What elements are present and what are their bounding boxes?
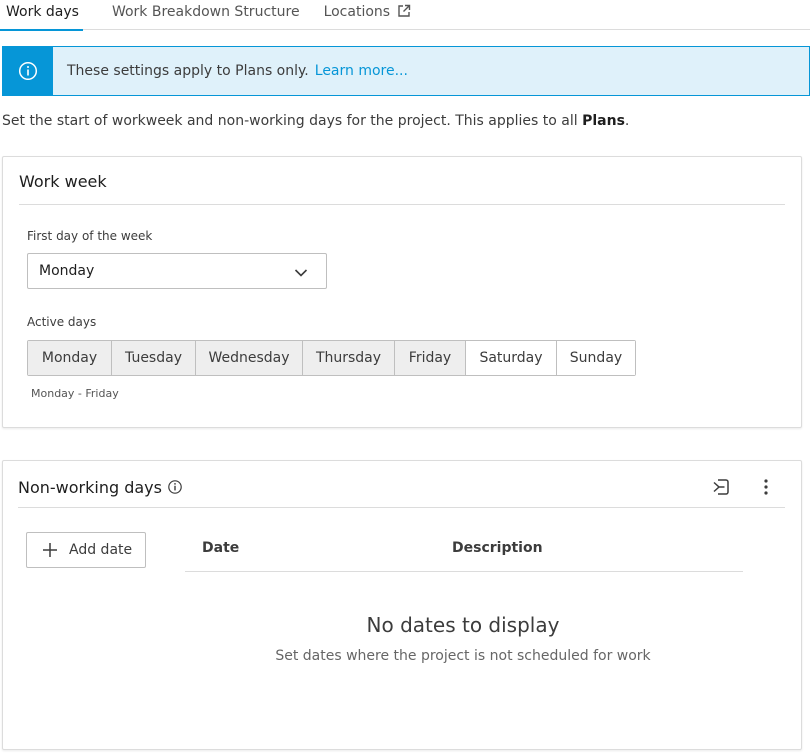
chevron-down-icon (294, 266, 308, 282)
intro-text: Set the start of workweek and non-workin… (2, 113, 629, 129)
day-label: Saturday (479, 350, 543, 366)
work-week-title: Work week (19, 172, 107, 191)
day-toggle-monday[interactable]: Monday (28, 341, 112, 375)
active-days-label: Active days (27, 315, 97, 329)
first-day-value: Monday (39, 263, 95, 279)
day-toggle-sunday[interactable]: Sunday (557, 341, 635, 375)
first-day-label: First day of the week (27, 229, 153, 243)
banner-message: These settings apply to Plans only. (67, 63, 309, 79)
column-header-date[interactable]: Date (202, 540, 239, 556)
more-options-icon[interactable] (754, 475, 778, 499)
info-banner: These settings apply to Plans only. Lear… (2, 46, 810, 96)
tab-label: Work Breakdown Structure (111, 4, 300, 20)
learn-more-link[interactable]: Learn more... (315, 63, 408, 79)
day-toggle-tuesday[interactable]: Tuesday (112, 341, 196, 375)
work-week-panel: Work week First day of the week Monday A… (2, 156, 802, 428)
day-toggle-friday[interactable]: Friday (395, 341, 466, 375)
first-day-select[interactable]: Monday (27, 253, 327, 289)
divider (18, 507, 785, 508)
empty-state-subtitle: Set dates where the project is not sched… (275, 648, 651, 664)
day-toggle-saturday[interactable]: Saturday (466, 341, 557, 375)
day-label: Wednesday (208, 350, 290, 366)
tab-work-breakdown-structure[interactable]: Work Breakdown Structure (112, 0, 300, 30)
day-label: Friday (408, 350, 452, 366)
tab-label: Work days (6, 4, 79, 20)
tab-locations[interactable]: Locations (324, 0, 412, 30)
info-icon[interactable] (163, 475, 187, 499)
intro-text-end: . (624, 113, 630, 129)
intro-text-main: Set the start of workweek and non-workin… (2, 113, 583, 129)
info-icon (3, 47, 53, 95)
non-working-days-panel: Non-working days Add date Date Descripti… (2, 460, 802, 750)
external-link-icon (397, 4, 411, 22)
intro-text-bold: Plans (582, 113, 625, 129)
tab-bar: Work days Work Breakdown Structure Locat… (0, 0, 810, 31)
column-header-description[interactable]: Description (452, 540, 543, 556)
day-label: Monday (41, 350, 98, 366)
active-days-toggle-group: Monday Tuesday Wednesday Thursday Friday… (27, 340, 636, 376)
tab-work-days[interactable]: Work days (0, 0, 83, 31)
day-toggle-thursday[interactable]: Thursday (303, 341, 395, 375)
add-date-label: Add date (69, 542, 133, 558)
import-icon[interactable] (709, 475, 733, 499)
plus-icon (43, 543, 57, 557)
table-header-divider (185, 571, 743, 572)
tab-label: Locations (323, 4, 391, 20)
day-label: Sunday (569, 350, 623, 366)
day-label: Thursday (315, 350, 382, 366)
divider (19, 204, 785, 205)
day-label: Tuesday (125, 350, 182, 366)
non-working-days-title: Non-working days (18, 478, 162, 497)
add-date-button[interactable]: Add date (26, 532, 146, 568)
active-days-summary: Monday - Friday (31, 387, 119, 400)
day-toggle-wednesday[interactable]: Wednesday (196, 341, 303, 375)
empty-state-title: No dates to display (366, 613, 560, 637)
